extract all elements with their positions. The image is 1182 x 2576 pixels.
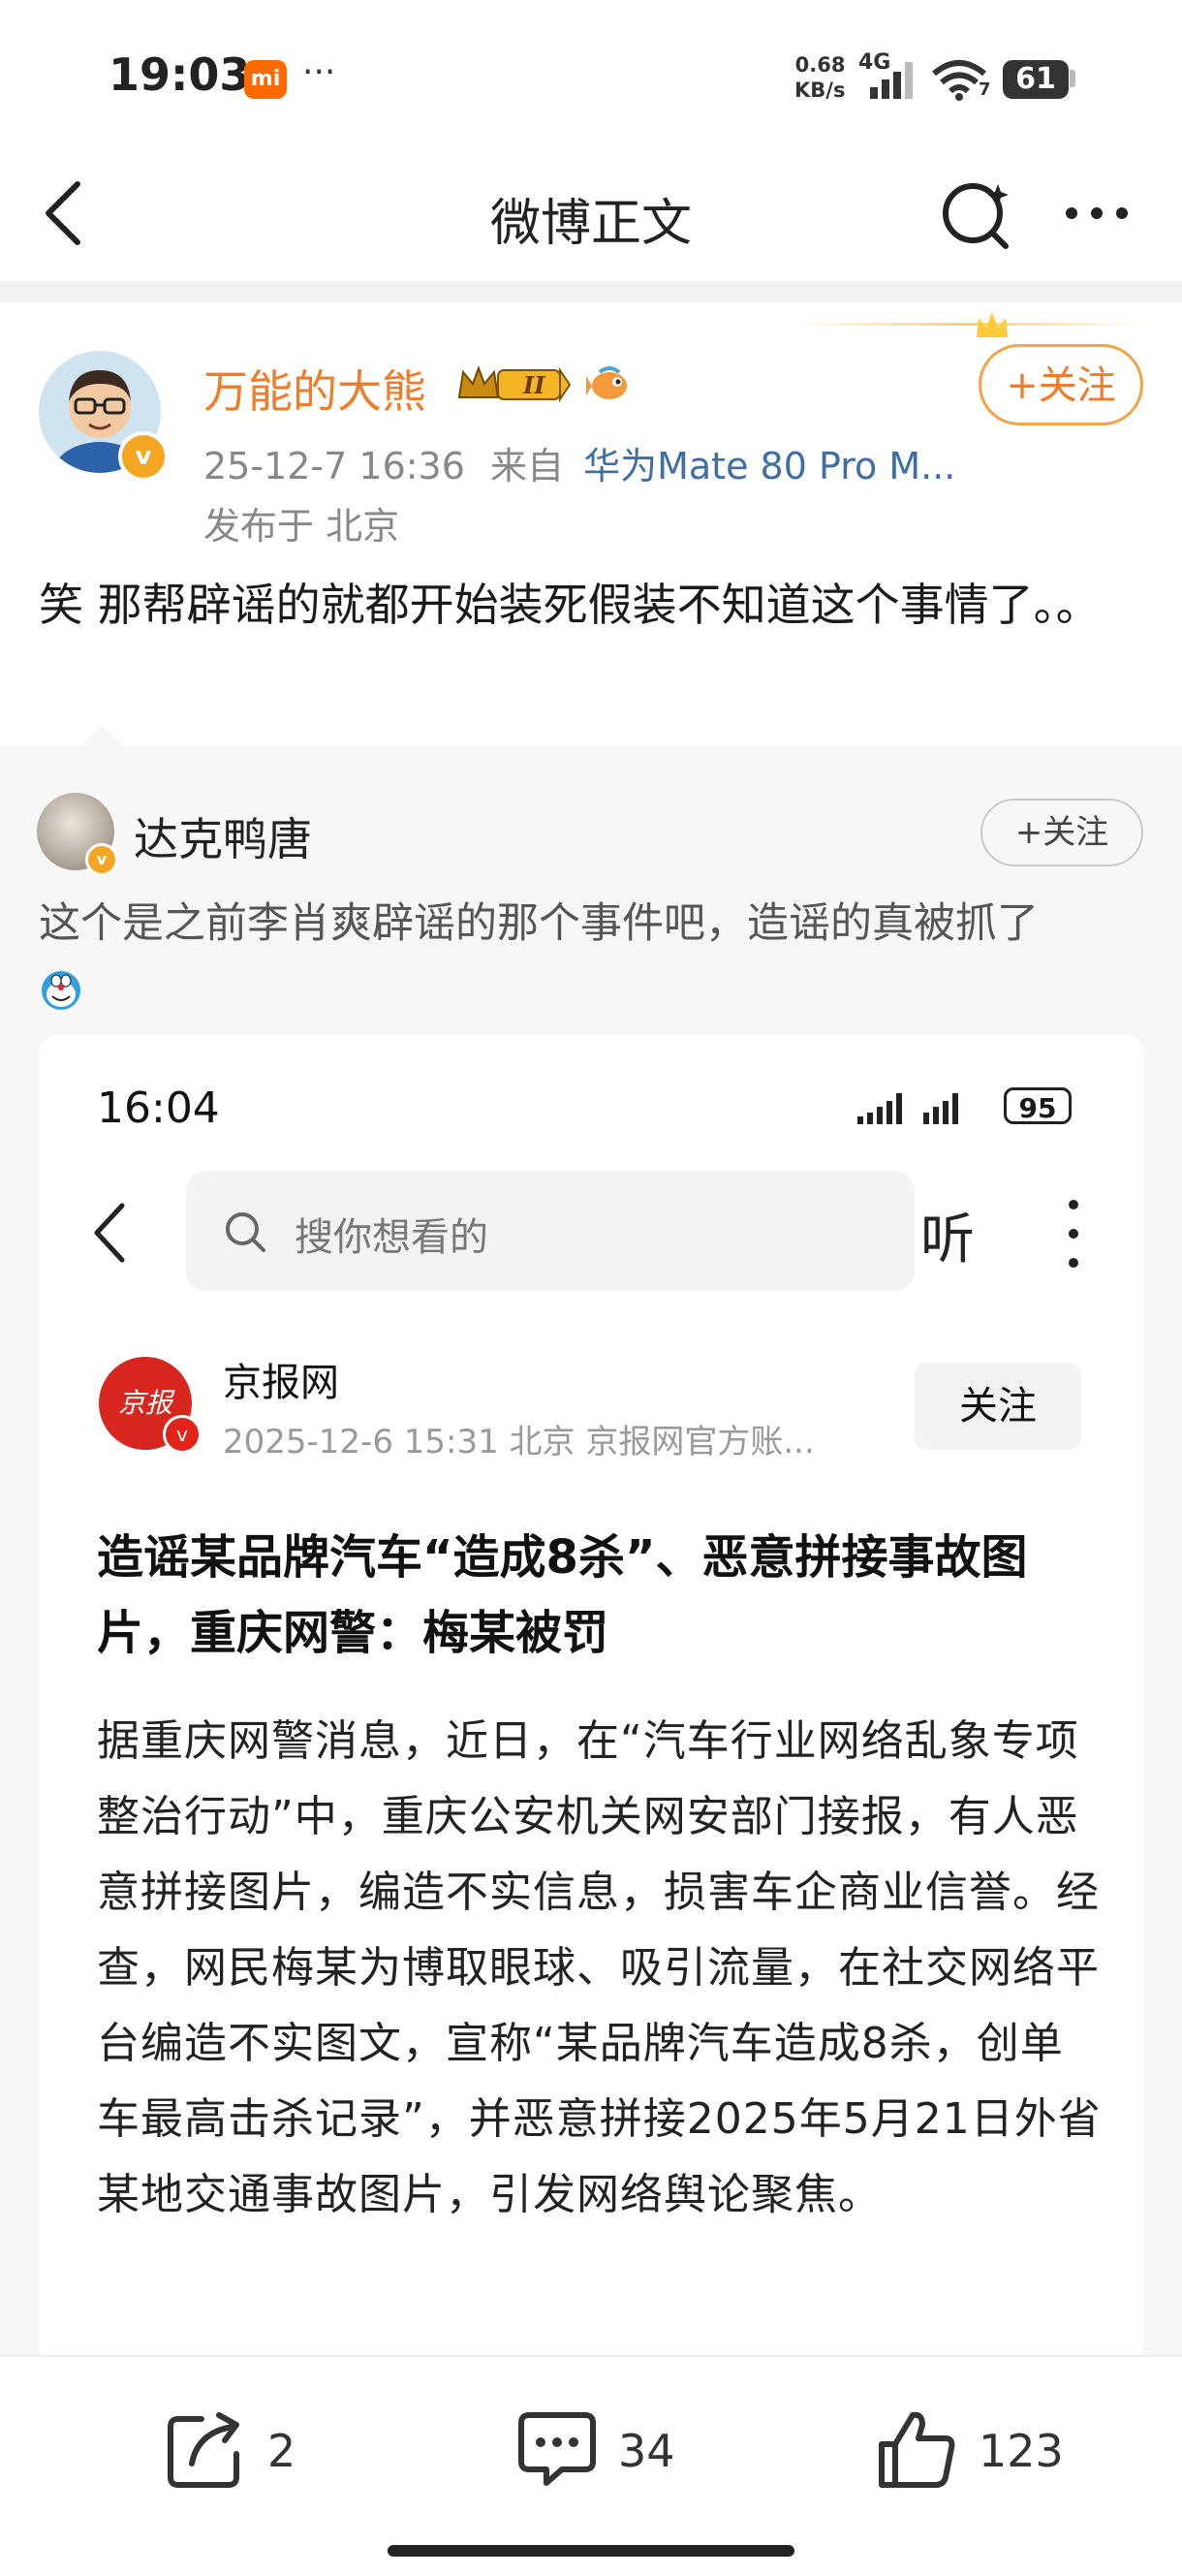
card-follow-button: 关注	[915, 1363, 1081, 1450]
wifi-level: 7	[979, 79, 991, 100]
status-time: 19:03	[109, 48, 251, 101]
card-search-box: 搜你想看的	[186, 1171, 915, 1291]
fish-emoji-icon	[586, 366, 627, 399]
card-status-time: 16:04	[97, 1084, 220, 1133]
embedded-screenshot[interactable]: 16:04 95 搜你想看的 听 京报 v 京报网 2025-12-6 15:3…	[39, 1035, 1143, 2363]
search-icon[interactable]	[938, 176, 1015, 254]
card-body-text: 据重庆网警消息，近日，在“汽车行业网络乱象专项整治行动”中，重庆公安机关网安部门…	[97, 1716, 1102, 2219]
battery-level: 61	[1003, 60, 1069, 99]
battery-icon	[1070, 70, 1075, 87]
like-icon	[879, 2411, 955, 2488]
verified-badge-icon: v	[118, 431, 169, 482]
mi-notification-icon: mi	[244, 60, 287, 99]
retweet-author-name[interactable]: 达克鸭唐	[134, 804, 312, 868]
doraemon-emoji-icon	[42, 971, 80, 1010]
home-indicator[interactable]	[388, 2545, 794, 2557]
net-speed-unit: KB/s	[794, 79, 846, 102]
repost-icon	[168, 2412, 239, 2488]
card-back-arrow-icon	[94, 1203, 125, 1263]
nav-divider	[0, 281, 1182, 302]
post-meta: 25-12-7 16:36 来自 华为Mate 80 Pro M...	[203, 436, 955, 489]
card-source-name: 京报网	[223, 1361, 339, 1405]
card-source-verified-icon: v	[163, 1415, 202, 1454]
comment-button[interactable]: 34	[513, 2405, 707, 2493]
card-battery-level: 95	[1004, 1087, 1072, 1124]
retweet-pointer	[79, 725, 126, 748]
post-device-link[interactable]: 华为Mate 80 Pro M...	[583, 445, 955, 487]
member-crown-badge-icon[interactable]: II	[455, 361, 572, 405]
card-more-icon	[1069, 1200, 1078, 1268]
follow-button[interactable]: +关注	[979, 344, 1143, 425]
card-listen-button: 听	[920, 1209, 975, 1272]
comment-count: 34	[618, 2425, 675, 2477]
post-date: 25-12-7 16:36	[203, 445, 465, 487]
crown-icon	[977, 312, 1008, 337]
member-level: II	[522, 371, 545, 399]
follow-glow	[794, 323, 1143, 326]
more-notifications-icon: ···	[302, 52, 336, 92]
card-source-meta: 2025-12-6 15:31 北京 京报网官方账...	[223, 1423, 815, 1461]
comment-icon	[518, 2412, 596, 2486]
action-bar: 2 34 123	[0, 2355, 1182, 2576]
post-location: 发布于 北京	[203, 505, 400, 548]
post-text: 笑 那帮辟谣的就都开始装死假装不知道这个事情了。。	[39, 579, 1101, 631]
author-name[interactable]: 万能的大熊	[203, 357, 426, 421]
more-icon[interactable]	[1058, 184, 1135, 242]
retweet-text: 这个是之前李肖爽辟谣的那个事件吧，造谣的真被抓了	[39, 899, 1039, 948]
card-search-placeholder: 搜你想看的	[295, 1215, 488, 1260]
cell-signal-icon	[870, 62, 913, 99]
retweet-verified-badge-icon: v	[85, 843, 118, 876]
repost-button[interactable]: 2	[163, 2405, 327, 2493]
network-speed: 0.68 KB/s	[794, 52, 845, 103]
like-button[interactable]: 123	[874, 2405, 1087, 2493]
repost-count: 2	[267, 2425, 296, 2477]
post-from-label: 来自	[490, 445, 565, 487]
status-bar: 19:03 mi ··· 0.68 KB/s 4G 7 61	[0, 0, 1182, 145]
card-search-icon	[226, 1212, 265, 1252]
net-speed-value: 0.68	[794, 53, 846, 77]
retweet-follow-button[interactable]: +关注	[980, 799, 1143, 866]
card-headline: 造谣某品牌汽车“造成8杀”、恶意拼接事故图片，重庆网警：梅某被罚	[97, 1530, 1028, 1660]
like-count: 123	[979, 2425, 1064, 2477]
